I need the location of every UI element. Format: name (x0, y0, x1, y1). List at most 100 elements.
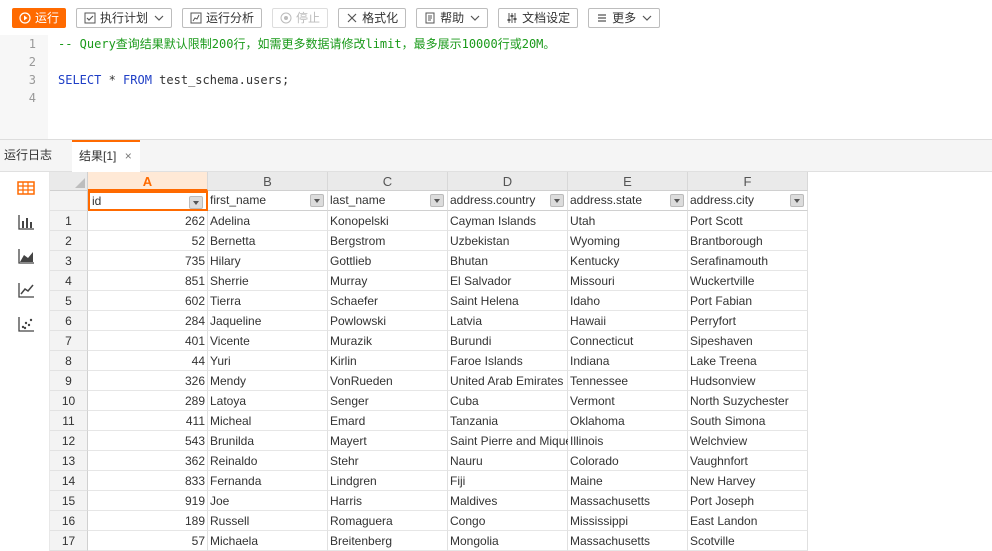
table-cell[interactable]: North Suzychester (688, 391, 808, 411)
document-settings-button[interactable]: 文档设定 (498, 7, 579, 28)
table-cell[interactable]: Breitenberg (328, 531, 448, 551)
table-cell[interactable]: Brantborough (688, 231, 808, 251)
table-cell[interactable]: 401 (88, 331, 208, 351)
table-cell[interactable]: Utah (568, 211, 688, 231)
stop-button[interactable]: 停止 (272, 7, 329, 28)
table-cell[interactable]: East Landon (688, 511, 808, 531)
table-cell[interactable]: Vermont (568, 391, 688, 411)
table-cell[interactable]: 543 (88, 431, 208, 451)
table-cell[interactable]: Kirlin (328, 351, 448, 371)
table-cell[interactable]: Maine (568, 471, 688, 491)
table-cell[interactable]: Burundi (448, 331, 568, 351)
row-header[interactable]: 10 (50, 391, 88, 411)
table-cell[interactable]: 326 (88, 371, 208, 391)
row-header[interactable]: 16 (50, 511, 88, 531)
table-cell[interactable]: Murray (328, 271, 448, 291)
sql-editor[interactable]: 1 -- Query查询结果默认限制200行，如需更多数据请修改limit，最多… (0, 35, 992, 140)
column-header-b[interactable]: B (208, 172, 328, 191)
table-cell[interactable]: Congo (448, 511, 568, 531)
row-header[interactable]: 15 (50, 491, 88, 511)
help-button[interactable]: 帮助 (416, 7, 489, 28)
table-cell[interactable]: 362 (88, 451, 208, 471)
table-cell[interactable]: Massachusetts (568, 491, 688, 511)
row-header[interactable]: 3 (50, 251, 88, 271)
area-chart-icon[interactable] (16, 246, 36, 266)
table-cell[interactable]: Oklahoma (568, 411, 688, 431)
table-cell[interactable]: Port Scott (688, 211, 808, 231)
table-cell[interactable]: 735 (88, 251, 208, 271)
table-cell[interactable]: Hilary (208, 251, 328, 271)
row-header[interactable]: 5 (50, 291, 88, 311)
table-cell[interactable]: Konopelski (328, 211, 448, 231)
table-cell[interactable]: 289 (88, 391, 208, 411)
table-cell[interactable]: Missouri (568, 271, 688, 291)
table-cell[interactable]: New Harvey (688, 471, 808, 491)
table-cell[interactable]: Micheal (208, 411, 328, 431)
bar-chart-icon[interactable] (16, 212, 36, 232)
table-cell[interactable]: Harris (328, 491, 448, 511)
table-cell[interactable]: Indiana (568, 351, 688, 371)
table-cell[interactable]: 52 (88, 231, 208, 251)
table-cell[interactable]: Hawaii (568, 311, 688, 331)
table-cell[interactable]: Mayert (328, 431, 448, 451)
more-button[interactable]: 更多 (588, 7, 661, 28)
table-cell[interactable]: Latoya (208, 391, 328, 411)
table-cell[interactable]: Welchview (688, 431, 808, 451)
table-cell[interactable]: Saint Pierre and Miquelon (448, 431, 588, 451)
table-cell[interactable]: 833 (88, 471, 208, 491)
table-cell[interactable]: Scotville (688, 531, 808, 551)
column-header-f[interactable]: F (688, 172, 808, 191)
row-header[interactable]: 9 (50, 371, 88, 391)
row-header[interactable]: 8 (50, 351, 88, 371)
table-cell[interactable]: Lake Treena (688, 351, 808, 371)
table-cell[interactable]: El Salvador (448, 271, 568, 291)
table-cell[interactable]: Brunilda (208, 431, 328, 451)
table-cell[interactable]: 262 (88, 211, 208, 231)
table-cell[interactable]: Joe (208, 491, 328, 511)
table-cell[interactable]: 44 (88, 351, 208, 371)
table-cell[interactable]: Fiji (448, 471, 568, 491)
table-cell[interactable]: Gottlieb (328, 251, 448, 271)
row-header[interactable]: 2 (50, 231, 88, 251)
table-cell[interactable]: Mississippi (568, 511, 688, 531)
table-cell[interactable]: Wuckertville (688, 271, 808, 291)
table-cell[interactable]: Sipeshaven (688, 331, 808, 351)
table-cell[interactable]: Romaguera (328, 511, 448, 531)
row-header[interactable]: 6 (50, 311, 88, 331)
table-cell[interactable]: Colorado (568, 451, 688, 471)
table-cell[interactable]: Senger (328, 391, 448, 411)
row-header[interactable]: 17 (50, 531, 88, 551)
field-header-cell[interactable]: address.state (568, 191, 688, 211)
table-cell[interactable]: VonRueden (328, 371, 448, 391)
table-cell[interactable]: Schaefer (328, 291, 448, 311)
format-button[interactable]: 格式化 (338, 7, 407, 28)
table-cell[interactable]: Reinaldo (208, 451, 328, 471)
table-cell[interactable]: Yuri (208, 351, 328, 371)
line-chart-icon[interactable] (16, 280, 36, 300)
table-cell[interactable]: Illinois (568, 431, 688, 451)
row-header[interactable]: 13 (50, 451, 88, 471)
table-cell[interactable]: Port Joseph (688, 491, 808, 511)
table-cell[interactable]: 411 (88, 411, 208, 431)
table-cell[interactable]: 919 (88, 491, 208, 511)
table-cell[interactable]: Michaela (208, 531, 328, 551)
column-header-a[interactable]: A (88, 172, 208, 191)
field-header-cell[interactable]: address.city (688, 191, 808, 211)
run-button[interactable]: 运行 (12, 7, 67, 28)
column-header-e[interactable]: E (568, 172, 688, 191)
table-cell[interactable]: 851 (88, 271, 208, 291)
table-cell[interactable]: Port Fabian (688, 291, 808, 311)
table-cell[interactable]: 57 (88, 531, 208, 551)
table-cell[interactable]: South Simona (688, 411, 808, 431)
column-header-d[interactable]: D (448, 172, 568, 191)
filter-dropdown-icon[interactable] (430, 194, 444, 207)
row-header[interactable]: 7 (50, 331, 88, 351)
filter-dropdown-icon[interactable] (310, 194, 324, 207)
table-cell[interactable]: Vicente (208, 331, 328, 351)
table-cell[interactable]: Serafinamouth (688, 251, 808, 271)
table-cell[interactable]: Connecticut (568, 331, 688, 351)
table-cell[interactable]: Sherrie (208, 271, 328, 291)
table-cell[interactable]: Tierra (208, 291, 328, 311)
table-cell[interactable]: Fernanda (208, 471, 328, 491)
column-header-c[interactable]: C (328, 172, 448, 191)
